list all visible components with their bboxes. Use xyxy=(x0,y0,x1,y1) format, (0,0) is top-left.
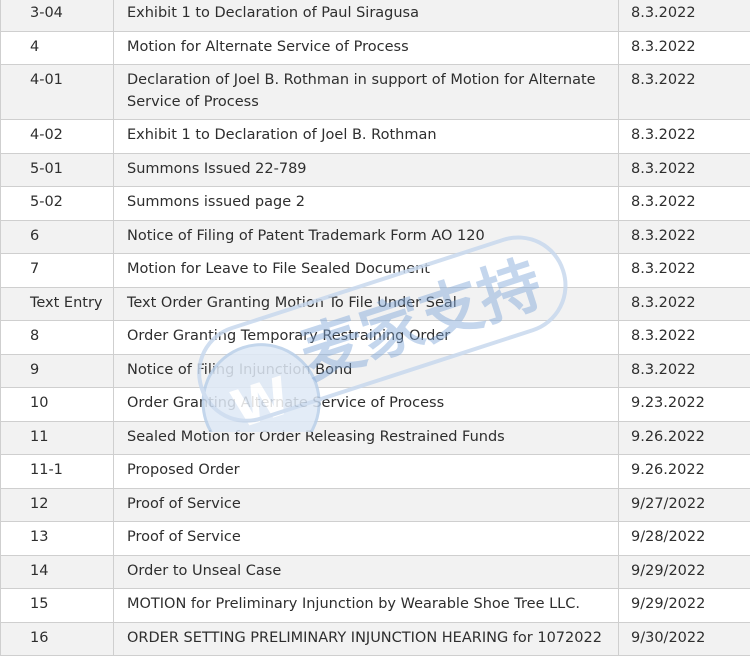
docket-number-cell: 14 xyxy=(0,554,114,589)
docket-description-cell: Order to Unseal Case xyxy=(113,554,619,589)
docket-date-cell: 8.3.2022 xyxy=(618,253,750,288)
table-row: 15 MOTION for Preliminary Injunction by W… xyxy=(0,588,750,623)
docket-number-cell: 9 xyxy=(0,353,114,388)
docket-description-cell: Motion for Alternate Service of Process xyxy=(113,30,619,65)
docket-number-cell: 12 xyxy=(0,487,114,522)
table-row: 13 Proof of Service 9/28/2022 xyxy=(0,521,750,556)
docket-description-cell: Motion for Leave to File Sealed Document xyxy=(113,253,619,288)
docket-description-cell: MOTION for Preliminary Injunction by Wea… xyxy=(113,588,619,623)
docket-number-cell: 4-01 xyxy=(0,64,114,120)
docket-number-cell: 6 xyxy=(0,219,114,254)
docket-number-cell: 16 xyxy=(0,621,114,656)
docket-description-cell: Text Order Granting Motion To File Under… xyxy=(113,286,619,321)
docket-description-cell: Notice of Filing of Patent Trademark For… xyxy=(113,219,619,254)
docket-date-cell: 8.3.2022 xyxy=(618,30,750,65)
docket-number-cell: 11 xyxy=(0,420,114,455)
table-row: Text Entry Text Order Granting Motion To … xyxy=(0,286,750,321)
docket-date-cell: 9.26.2022 xyxy=(618,420,750,455)
table-row: 11 Sealed Motion for Order Releasing Rest… xyxy=(0,420,750,455)
docket-description-cell: Summons Issued 22-789 xyxy=(113,152,619,187)
docket-description-cell: Notice of Filing Injunction Bond xyxy=(113,353,619,388)
docket-date-cell: 8.3.2022 xyxy=(618,219,750,254)
docket-date-cell: 9.23.2022 xyxy=(618,387,750,422)
docket-description-cell: Summons issued page 2 xyxy=(113,186,619,221)
docket-table: 3-04 Exhibit 1 to Declaration of Paul Sir… xyxy=(0,0,750,656)
table-row: 16 ORDER SETTING PRELIMINARY INJUNCTION H… xyxy=(0,621,750,656)
docket-date-cell: 9/29/2022 xyxy=(618,588,750,623)
docket-description-cell: Proof of Service xyxy=(113,487,619,522)
table-row: 7 Motion for Leave to File Sealed Documen… xyxy=(0,253,750,288)
docket-description-cell: Order Granting Temporary Restraining Ord… xyxy=(113,320,619,355)
docket-date-cell: 9/30/2022 xyxy=(618,621,750,656)
docket-number-cell: 15 xyxy=(0,588,114,623)
docket-date-cell: 9/27/2022 xyxy=(618,487,750,522)
docket-date-cell: 9.26.2022 xyxy=(618,454,750,489)
docket-number-cell: 4 xyxy=(0,30,114,65)
docket-description-cell: Sealed Motion for Order Releasing Restra… xyxy=(113,420,619,455)
docket-date-cell: 9/28/2022 xyxy=(618,521,750,556)
docket-date-cell: 8.3.2022 xyxy=(618,152,750,187)
docket-number-cell: 5-01 xyxy=(0,152,114,187)
table-row: 8 Order Granting Temporary Restraining Or… xyxy=(0,320,750,355)
docket-date-cell: 8.3.2022 xyxy=(618,286,750,321)
table-row: 3-04 Exhibit 1 to Declaration of Paul Sir… xyxy=(0,0,750,32)
docket-date-cell: 8.3.2022 xyxy=(618,0,750,32)
docket-date-cell: 8.3.2022 xyxy=(618,119,750,154)
docket-description-cell: Order Granting Alternate Service of Proc… xyxy=(113,387,619,422)
docket-number-cell: 11-1 xyxy=(0,454,114,489)
docket-description-cell: Exhibit 1 to Declaration of Paul Siragus… xyxy=(113,0,619,32)
docket-date-cell: 8.3.2022 xyxy=(618,186,750,221)
table-row: 4 Motion for Alternate Service of Process… xyxy=(0,30,750,65)
docket-description-cell: Exhibit 1 to Declaration of Joel B. Roth… xyxy=(113,119,619,154)
table-row: 4-01 Declaration of Joel B. Rothman in su… xyxy=(0,64,750,120)
docket-number-cell: 5-02 xyxy=(0,186,114,221)
docket-number-cell: 4-02 xyxy=(0,119,114,154)
docket-table-body: 3-04 Exhibit 1 to Declaration of Paul Sir… xyxy=(0,0,750,656)
table-row: 5-02 Summons issued page 2 8.3.2022 xyxy=(0,186,750,221)
table-row: 14 Order to Unseal Case 9/29/2022 xyxy=(0,554,750,589)
docket-number-cell: 7 xyxy=(0,253,114,288)
docket-date-cell: 8.3.2022 xyxy=(618,353,750,388)
table-row: 6 Notice of Filing of Patent Trademark Fo… xyxy=(0,219,750,254)
table-row: 5-01 Summons Issued 22-789 8.3.2022 xyxy=(0,152,750,187)
docket-date-cell: 8.3.2022 xyxy=(618,64,750,120)
docket-description-cell: ORDER SETTING PRELIMINARY INJUNCTION HEA… xyxy=(113,621,619,656)
docket-number-cell: 10 xyxy=(0,387,114,422)
docket-description-cell: Proof of Service xyxy=(113,521,619,556)
table-row: 4-02 Exhibit 1 to Declaration of Joel B. … xyxy=(0,119,750,154)
docket-description-cell: Proposed Order xyxy=(113,454,619,489)
table-row: 12 Proof of Service 9/27/2022 xyxy=(0,487,750,522)
table-row: 10 Order Granting Alternate Service of Pr… xyxy=(0,387,750,422)
table-row: 11-1 Proposed Order 9.26.2022 xyxy=(0,454,750,489)
docket-number-cell: 8 xyxy=(0,320,114,355)
docket-date-cell: 9/29/2022 xyxy=(618,554,750,589)
table-row: 9 Notice of Filing Injunction Bond 8.3.202… xyxy=(0,353,750,388)
docket-number-cell: 3-04 xyxy=(0,0,114,32)
docket-number-cell: Text Entry xyxy=(0,286,114,321)
docket-date-cell: 8.3.2022 xyxy=(618,320,750,355)
docket-description-cell: Declaration of Joel B. Rothman in suppor… xyxy=(113,64,619,120)
docket-number-cell: 13 xyxy=(0,521,114,556)
